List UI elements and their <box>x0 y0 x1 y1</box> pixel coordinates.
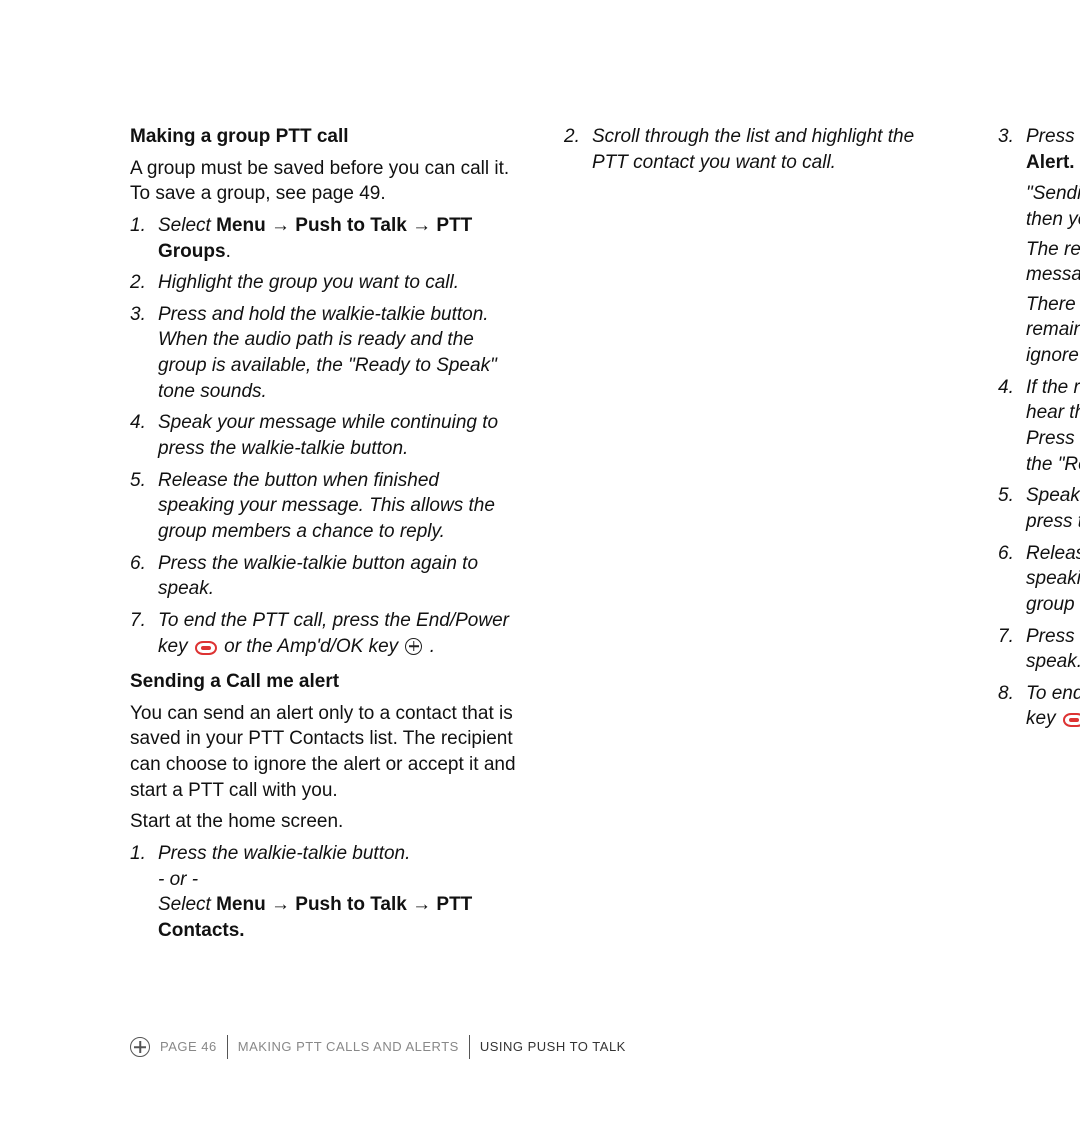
list-item: 3. Press and hold the walkie-talkie butt… <box>130 302 516 405</box>
list-number: 1. <box>130 213 158 264</box>
list-number: 3. <box>130 302 158 405</box>
brand-mark-icon <box>130 1037 150 1057</box>
heading-sending-call-me-alert: Sending a Call me alert <box>130 669 516 695</box>
list-text: Speak your message while continuing to p… <box>1026 483 1080 534</box>
list-item: 4. Speak your message while continuing t… <box>130 410 516 461</box>
text: Press the left softkey <box>1026 126 1080 147</box>
list-text: Press the walkie-talkie button again to … <box>158 551 516 602</box>
list-number: 2. <box>130 270 158 296</box>
footer-chapter: USING PUSH TO TALK <box>480 1038 626 1056</box>
list-text: Press the left softkey to select Send Al… <box>1026 124 1080 175</box>
list-text: Release the button when finished speakin… <box>158 468 516 545</box>
list-text: Press the walkie-talkie button again to … <box>1026 624 1080 675</box>
bold-text: Menu <box>216 215 266 236</box>
list-item: 5. Release the button when finished spea… <box>130 468 516 545</box>
list-text: To end the PTT call, press the End/Power… <box>1026 681 1080 732</box>
separator-icon <box>227 1035 228 1059</box>
list-item: 4. If the recipient accepts the alert, y… <box>998 375 1080 478</box>
bold-text: Menu <box>216 894 266 915</box>
sub-paragraph: "Sending alert." appears on your screen,… <box>1026 181 1080 232</box>
list-number: 5. <box>998 483 1026 534</box>
list-text: Highlight the group you want to call. <box>158 270 516 296</box>
bold-text: Push to Talk <box>295 215 407 236</box>
text: Press the walkie-talkie button. <box>158 843 410 864</box>
list-item: 7. To end the PTT call, press the End/Po… <box>130 608 516 659</box>
list-item: 3. Press the left softkey to select Send… <box>998 124 1080 175</box>
text: Select <box>158 215 216 236</box>
ampd-ok-key-icon <box>405 638 422 655</box>
list-item: 1. Select Menu → Push to Talk → PTT Grou… <box>130 213 516 264</box>
list-number: 5. <box>130 468 158 545</box>
paragraph: A group must be saved before you can cal… <box>130 156 516 207</box>
text: . <box>424 636 435 657</box>
list-text: Speak your message while continuing to p… <box>158 410 516 461</box>
list-item: 8. To end the PTT call, press the End/Po… <box>998 681 1080 732</box>
list-text: Press and hold the walkie-talkie button.… <box>158 302 516 405</box>
list-number: 7. <box>998 624 1026 675</box>
list-text: Scroll through the list and highlight th… <box>592 124 950 175</box>
list-item: 6. Press the walkie-talkie button again … <box>130 551 516 602</box>
text: → <box>266 215 296 236</box>
text: → <box>407 215 437 236</box>
bold-text: Push to Talk <box>295 894 407 915</box>
list-number: 4. <box>998 375 1026 478</box>
sub-paragraph: There is no time-out period. The alert w… <box>1026 292 1080 369</box>
list-number: 8. <box>998 681 1026 732</box>
list-text: If the recipient accepts the alert, you … <box>1026 375 1080 478</box>
list-number: 7. <box>130 608 158 659</box>
list-text: To end the PTT call, press the End/Power… <box>158 608 516 659</box>
separator-icon <box>469 1035 470 1059</box>
text: or the Amp'd/OK key <box>219 636 404 657</box>
paragraph: You can send an alert only to a contact … <box>130 701 516 804</box>
footer-section: MAKING PTT CALLS AND ALERTS <box>238 1038 459 1056</box>
text: → <box>407 894 437 915</box>
end-power-key-icon <box>195 641 217 655</box>
sub-paragraph: The receiving party's phone beeps and a … <box>1026 237 1080 288</box>
list-number: 6. <box>998 541 1026 618</box>
list-item: 7. Press the walkie-talkie button again … <box>998 624 1080 675</box>
list-number: 2. <box>564 124 592 175</box>
list-item: 5. Speak your message while continuing t… <box>998 483 1080 534</box>
page-number: PAGE 46 <box>160 1038 217 1056</box>
list-item: 2. Scroll through the list and highlight… <box>564 124 950 175</box>
list-text: Press the walkie-talkie button. - or - S… <box>158 841 516 944</box>
text: - or - <box>158 869 198 890</box>
list-number: 4. <box>130 410 158 461</box>
list-number: 1. <box>130 841 158 944</box>
paragraph: Start at the home screen. <box>130 809 516 835</box>
page-body: Making a group PTT call A group must be … <box>0 0 1080 1000</box>
list-number: 3. <box>998 124 1026 175</box>
heading-making-group-ptt: Making a group PTT call <box>130 124 516 150</box>
text: . <box>226 241 231 262</box>
page-footer: PAGE 46 MAKING PTT CALLS AND ALERTS USIN… <box>130 1035 626 1059</box>
list-text: Select Menu → Push to Talk → PTT Groups. <box>158 213 516 264</box>
text: Select <box>158 894 216 915</box>
list-item: 1. Press the walkie-talkie button. - or … <box>130 841 516 944</box>
end-power-key-icon <box>1063 713 1080 727</box>
list-item: 2. Highlight the group you want to call. <box>130 270 516 296</box>
list-item: 6. Release the button when finished spea… <box>998 541 1080 618</box>
text: → <box>266 894 296 915</box>
list-number: 6. <box>130 551 158 602</box>
list-text: Release the button when finished speakin… <box>1026 541 1080 618</box>
